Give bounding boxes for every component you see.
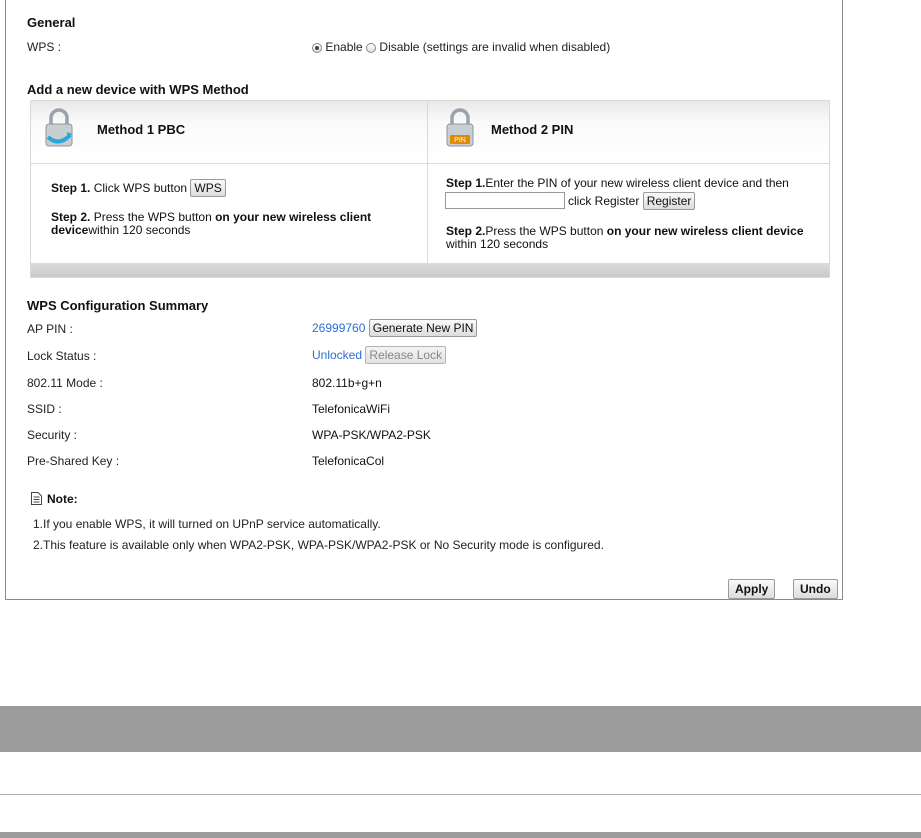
- generate-pin-button[interactable]: Generate New PIN: [368, 319, 478, 337]
- summary-heading: WPS Configuration Summary: [27, 298, 209, 313]
- wps-enable-label: Enable: [325, 40, 363, 54]
- wps-settings-panel: General WPS : Enable Disable (settings a…: [5, 0, 843, 600]
- click-register-text: click Register: [568, 194, 643, 208]
- methods-footer: [31, 263, 829, 277]
- method2-step2-bold: Step 2.: [446, 224, 486, 238]
- wps-methods-box: Method 1 PBC Step 1. Click WPS button WP…: [30, 100, 830, 278]
- lock-status-value: Unlocked: [312, 348, 363, 362]
- table-header-bar: [0, 706, 921, 752]
- method2-step2-text: Press the WPS button: [485, 224, 607, 238]
- general-heading: General: [27, 15, 76, 30]
- method2-step2: Step 2.Press the WPS button on your new …: [446, 225, 826, 251]
- add-device-heading: Add a new device with WPS Method: [27, 82, 249, 97]
- method1-step2-bold: Step 2.: [51, 210, 91, 224]
- security-value: WPA-PSK/WPA2-PSK: [312, 428, 431, 442]
- note-heading: Note:: [47, 492, 78, 506]
- method2-title: Method 2 PIN: [491, 122, 574, 137]
- ap-pin-label: AP PIN :: [27, 322, 73, 336]
- pin-badge-text: PIN: [454, 137, 466, 144]
- padlock-pin-icon: PIN: [444, 107, 476, 149]
- release-lock-button[interactable]: Release Lock: [365, 346, 447, 364]
- method1-step1-bold: Step 1.: [51, 181, 91, 195]
- note-line-2: 2.This feature is available only when WP…: [33, 538, 604, 552]
- padlock-refresh-icon: [43, 107, 75, 149]
- undo-button[interactable]: Undo: [793, 579, 838, 599]
- method2-step1-bold: Step 1.: [446, 176, 486, 190]
- ssid-label: SSID :: [27, 402, 62, 416]
- security-label: Security :: [27, 428, 78, 442]
- method2-register-row: click Register Register: [568, 192, 696, 210]
- mode-value: 802.11b+g+n: [312, 376, 382, 390]
- ap-pin-value: 26999760: [312, 321, 366, 335]
- psk-label: Pre-Shared Key :: [27, 454, 120, 468]
- note-line-1: 1.If you enable WPS, it will turned on U…: [33, 517, 381, 531]
- psk-value: TelefonicaCol: [312, 454, 385, 468]
- method1-step2-tail: within 120 seconds: [88, 223, 191, 237]
- ssid-value: TelefonicaWiFi: [312, 402, 391, 416]
- pin-input[interactable]: [445, 192, 565, 209]
- method2-step1-text: Enter the PIN of your new wireless clien…: [485, 176, 789, 190]
- method1-step1-text: Click WPS button: [90, 181, 191, 195]
- mode-label: 802.11 Mode :: [27, 376, 103, 390]
- method1-step2: Step 2. Press the WPS button on your new…: [51, 211, 411, 237]
- wps-label: WPS :: [27, 40, 62, 54]
- method1-title: Method 1 PBC: [97, 122, 186, 137]
- lock-status-row: Unlocked Release Lock: [312, 346, 447, 364]
- lock-status-label: Lock Status :: [27, 349, 97, 363]
- apply-button[interactable]: Apply: [728, 579, 776, 599]
- wps-radio-group: Enable Disable (settings are invalid whe…: [312, 40, 610, 54]
- wps-disable-label: Disable (settings are invalid when disab…: [379, 40, 611, 54]
- methods-divider: [427, 101, 428, 277]
- register-button[interactable]: Register: [642, 192, 696, 210]
- method2-step1: Step 1.Enter the PIN of your new wireles…: [446, 176, 789, 190]
- table-bottom-bar: [0, 832, 921, 838]
- method2-step2-tail: within 120 seconds: [446, 237, 549, 251]
- wps-disable-radio[interactable]: [366, 43, 377, 53]
- wps-push-button[interactable]: WPS: [190, 179, 226, 197]
- method1-step2-text: Press the WPS button: [90, 210, 216, 224]
- method1-step1: Step 1. Click WPS button WPS: [51, 179, 226, 197]
- method2-step2-emph: on your new wireless client device: [606, 224, 804, 238]
- ap-pin-row: 26999760 Generate New PIN: [312, 319, 478, 337]
- table-row-divider: [0, 794, 921, 795]
- document-icon: [31, 492, 42, 505]
- wps-enable-radio[interactable]: [312, 43, 322, 53]
